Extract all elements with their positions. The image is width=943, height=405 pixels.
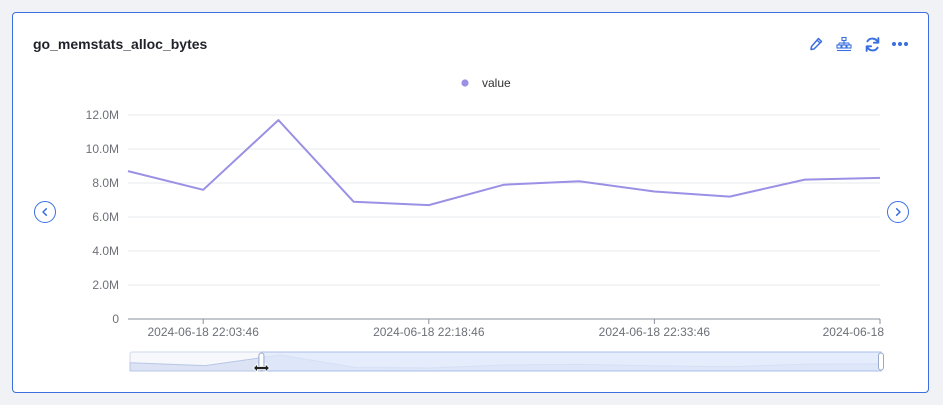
zoom-handle-end[interactable]	[878, 352, 884, 371]
zoom-selected-range	[260, 351, 882, 372]
data-zoom-slider[interactable]	[129, 351, 884, 373]
hierarchy-icon	[836, 36, 852, 52]
hierarchy-button[interactable]	[834, 34, 854, 54]
edit-icon	[810, 37, 823, 51]
more-icon	[892, 42, 908, 46]
chevron-left-icon	[42, 208, 48, 216]
previous-button[interactable]	[34, 201, 56, 223]
next-button[interactable]	[887, 201, 909, 223]
chevron-right-icon	[895, 208, 901, 216]
panel-title: go_memstats_alloc_bytes	[33, 36, 208, 52]
panel-toolbar	[798, 33, 910, 55]
more-button[interactable]	[890, 34, 910, 54]
refresh-button[interactable]	[862, 34, 882, 54]
refresh-icon	[865, 36, 879, 52]
edit-button[interactable]	[806, 34, 826, 54]
chart-panel: go_memstats_alloc_bytes	[12, 12, 929, 393]
